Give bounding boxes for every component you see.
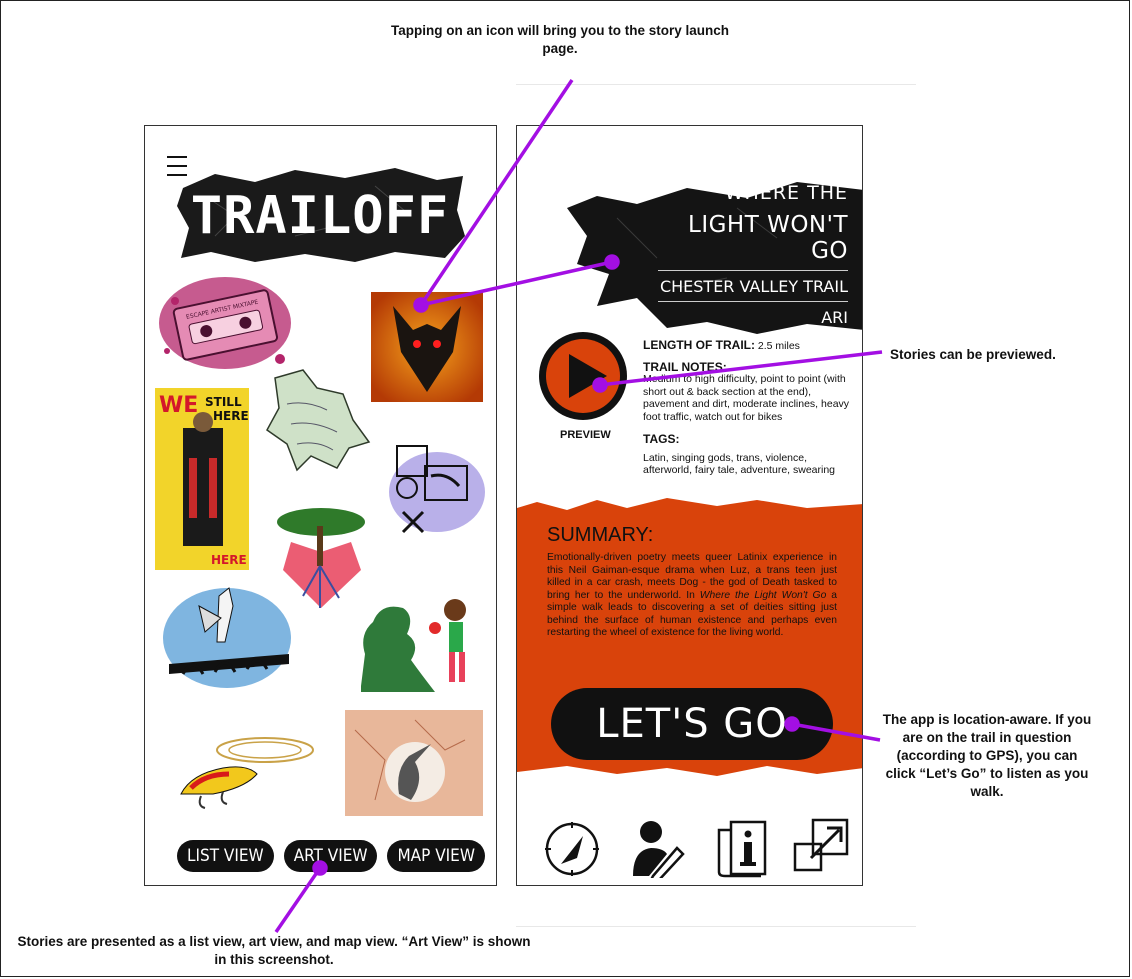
connector-dot-header <box>604 254 620 270</box>
connector-dot-go <box>784 716 800 732</box>
connector-preview <box>599 350 883 387</box>
annotation-connectors <box>274 79 883 933</box>
connector-views <box>274 867 322 933</box>
connector-icon-tap <box>419 79 574 306</box>
connector-dot-preview <box>592 377 608 393</box>
connector-dot-views <box>312 860 328 876</box>
connector-location <box>791 722 881 742</box>
